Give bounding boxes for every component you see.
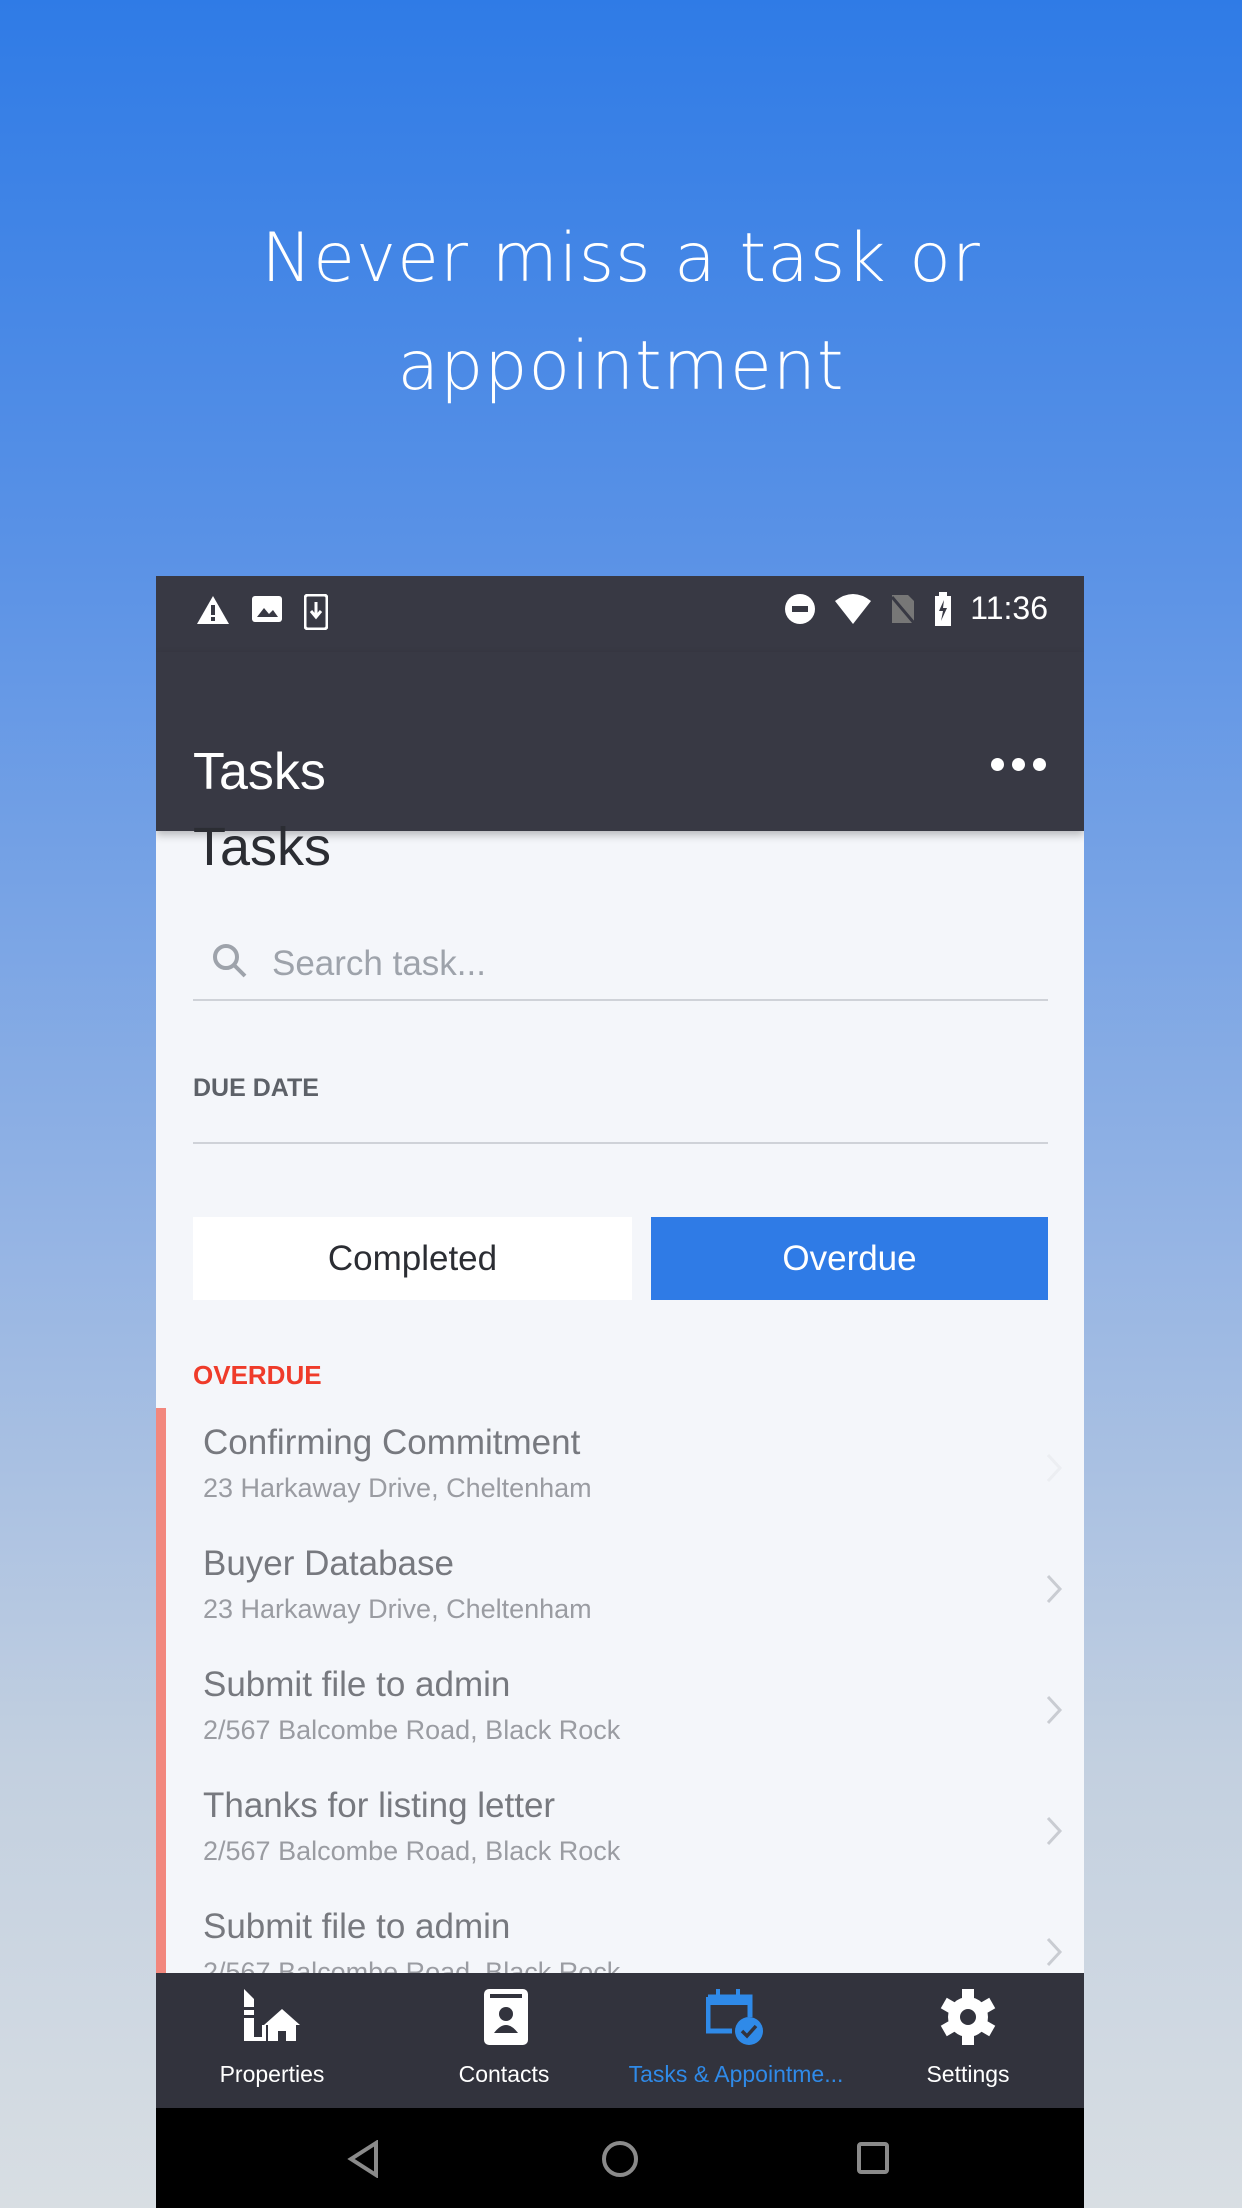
- task-item[interactable]: Thanks for listing letter 2/567 Balcombe…: [203, 1786, 1063, 1907]
- section-label-overdue: OVERDUE: [193, 1360, 322, 1390]
- gear-icon: [940, 1989, 996, 2045]
- overdue-button[interactable]: Overdue: [651, 1217, 1048, 1300]
- chevron-right-icon: [1046, 1816, 1063, 1846]
- status-time: 11:36: [970, 590, 1048, 626]
- app-bar-title: Tasks: [193, 743, 326, 801]
- nav-label: Tasks & Appointme...: [628, 2061, 844, 2087]
- chevron-right-icon: [1046, 1695, 1063, 1725]
- task-title: Submit file to admin: [203, 1665, 511, 1704]
- system-nav-bar: [156, 2108, 1084, 2208]
- recents-icon[interactable]: [856, 2141, 890, 2175]
- download-icon: [304, 594, 328, 630]
- task-address: 23 Harkaway Drive, Cheltenham: [203, 1473, 592, 1503]
- task-address: 2/567 Balcombe Road, Black Rock: [203, 1836, 621, 1866]
- bottom-nav: Properties Contacts Tasks & Appointme...…: [156, 1973, 1084, 2108]
- chevron-right-icon: [1046, 1937, 1063, 1967]
- task-item[interactable]: Confirming Commitment 23 Harkaway Drive,…: [203, 1423, 1063, 1544]
- task-address: 2/567 Balcombe Road, Black Rock: [203, 1715, 621, 1745]
- warning-icon: [197, 596, 229, 624]
- nav-label: Properties: [219, 2061, 325, 2087]
- app-bar: Tasks: [156, 652, 1084, 831]
- calendar-check-icon: [706, 1989, 763, 2045]
- headline-line-1: Never miss a task or: [261, 219, 981, 298]
- back-icon[interactable]: [346, 2140, 382, 2178]
- status-bar: 11:36: [156, 576, 1084, 652]
- divider: [193, 1142, 1048, 1144]
- nav-label: Settings: [926, 2061, 1010, 2087]
- phone-screen: 11:36 Tasks Tasks Search task... DUE DAT…: [156, 576, 1084, 2208]
- no-sim-icon: [891, 594, 916, 624]
- search-icon: [213, 944, 247, 978]
- nav-item-properties[interactable]: Properties: [156, 1973, 388, 2108]
- overdue-marker: [156, 1408, 166, 1973]
- battery-charging-icon: [935, 591, 952, 626]
- more-horizontal-icon[interactable]: [991, 758, 1046, 771]
- task-item[interactable]: Submit file to admin 2/567 Balcombe Road…: [203, 1665, 1063, 1786]
- nav-item-tasks-appointments[interactable]: Tasks & Appointme...: [620, 1973, 852, 2108]
- nav-item-contacts[interactable]: Contacts: [388, 1973, 620, 2108]
- headline: Never miss a task or appointment: [0, 205, 1242, 421]
- task-title: Confirming Commitment: [203, 1423, 581, 1462]
- nav-label: Contacts: [458, 2061, 550, 2087]
- page-title: Tasks: [193, 817, 332, 877]
- properties-icon: [244, 1989, 300, 2041]
- due-date-filter[interactable]: DUE DATE: [193, 1074, 319, 1103]
- task-title: Buyer Database: [203, 1544, 454, 1583]
- task-item[interactable]: Buyer Database 23 Harkaway Drive, Chelte…: [203, 1544, 1063, 1665]
- task-address: 23 Harkaway Drive, Cheltenham: [203, 1594, 592, 1624]
- nav-item-settings[interactable]: Settings: [852, 1973, 1084, 2108]
- contacts-icon: [484, 1989, 528, 2045]
- task-title: Submit file to admin: [203, 1907, 511, 1946]
- chevron-right-icon: [1046, 1453, 1063, 1483]
- headline-line-2: appointment: [397, 327, 845, 406]
- search-input[interactable]: Search task...: [193, 926, 1048, 1001]
- task-title: Thanks for listing letter: [203, 1786, 556, 1825]
- home-icon[interactable]: [601, 2140, 639, 2178]
- completed-button[interactable]: Completed: [193, 1217, 632, 1300]
- dnd-icon: [785, 593, 816, 624]
- search-placeholder: Search task...: [272, 944, 486, 983]
- image-icon: [252, 596, 282, 622]
- wifi-icon: [835, 593, 872, 624]
- chevron-right-icon: [1046, 1574, 1063, 1604]
